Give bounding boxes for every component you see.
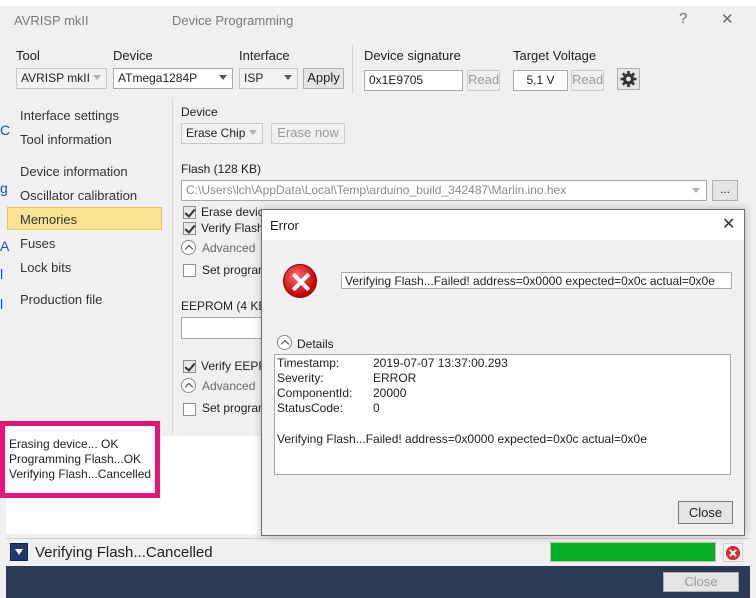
sidebar-item-lock-bits[interactable]: Lock bits (20, 260, 71, 275)
error-icon (283, 264, 317, 298)
tool-select[interactable]: AVRISP mkII (16, 68, 107, 89)
sidebar-item-oscillator-calibration[interactable]: Oscillator calibration (20, 188, 137, 203)
eeprom-advanced-label: Advanced (202, 379, 256, 393)
log-line: Verifying Flash...Cancelled (9, 467, 152, 481)
help-button[interactable]: ? (679, 10, 687, 27)
sidebar-item-tool-information[interactable]: Tool information (20, 132, 112, 147)
background-window-fragment: l (0, 296, 4, 312)
voltage-read-button[interactable]: Read (571, 70, 604, 91)
window-close-button[interactable]: ✕ (721, 10, 734, 28)
log-highlight: Erasing device... OK Programming Flash..… (0, 421, 160, 498)
detail-message: Verifying Flash...Failed! address=0x0000… (277, 432, 647, 446)
eeprom-section-label: EEPROM (4 KB) (181, 299, 271, 313)
device-select-value: ATmega1284P (118, 71, 198, 85)
detail-value-severity: ERROR (373, 371, 417, 385)
signature-read-button[interactable]: Read (467, 70, 500, 91)
settings-button[interactable] (617, 68, 640, 90)
sidebar-item-memories[interactable]: Memories (20, 212, 77, 227)
chevron-down-icon (249, 130, 257, 135)
browse-button[interactable]: ... (712, 180, 738, 201)
flash-file-path[interactable]: C:\Users\lch\AppData\Local\Temp\arduino_… (181, 180, 707, 201)
chevron-down-icon (284, 75, 292, 80)
expand-log-button[interactable] (10, 543, 28, 561)
window-app-name: AVRISP mkII (14, 13, 89, 28)
cancel-operation-button[interactable] (723, 543, 743, 562)
device-select[interactable]: ATmega1284P (113, 68, 233, 89)
sidebar-item-fuses[interactable]: Fuses (20, 236, 55, 251)
background-window-fragment: l (0, 266, 4, 282)
background-window-fragment: C (0, 122, 11, 138)
flash-erase-label: Erase devic (201, 205, 264, 219)
eeprom-setprog-label: Set program (202, 401, 269, 415)
detail-value-timestamp: 2019-07-07 13:37:00.293 (373, 356, 508, 370)
background-window-fragment: A (0, 238, 10, 254)
device-label: Device (113, 48, 153, 63)
device-signature-label: Device signature (364, 48, 461, 63)
toolbar-separator (352, 44, 353, 94)
erase-mode-value: Erase Chip (186, 126, 246, 140)
flash-verify-checkbox[interactable] (183, 222, 196, 235)
tool-select-value: AVRISP mkII (21, 71, 90, 85)
detail-key-statuscode: StatusCode: (277, 401, 344, 415)
chevron-down-icon (692, 188, 700, 193)
footer-bar (6, 566, 750, 598)
detail-value-componentid: 20000 (373, 386, 407, 400)
progress-bar (550, 542, 716, 562)
details-label: Details (297, 337, 334, 351)
flash-file-path-value: C:\Users\lch\AppData\Local\Temp\arduino_… (186, 183, 567, 197)
tool-label: Tool (16, 48, 40, 63)
error-dialog-close-action[interactable]: Close (678, 501, 733, 524)
close-icon (726, 546, 740, 560)
device-section-label: Device (181, 105, 218, 119)
eeprom-verify-label: Verify EEPR (201, 359, 268, 373)
eeprom-verify-checkbox[interactable] (183, 360, 196, 373)
interface-select-value: ISP (244, 71, 264, 85)
window-top-edge (0, 0, 756, 6)
status-text: Verifying Flash...Cancelled (35, 544, 213, 561)
details-toggle[interactable] (277, 335, 292, 350)
target-voltage-field[interactable]: 5,1 V (513, 70, 568, 91)
eeprom-file-path[interactable] (181, 317, 266, 339)
erase-mode-select[interactable]: Erase Chip (181, 123, 263, 144)
window-title: Device Programming (172, 13, 294, 28)
detail-key-timestamp: Timestamp: (277, 356, 340, 370)
flash-verify-label: Verify Flash (201, 221, 264, 235)
flash-advanced-toggle[interactable] (181, 240, 196, 255)
detail-key-severity: Severity: (277, 371, 324, 385)
erase-now-button[interactable]: Erase now (271, 123, 345, 144)
detail-value-statuscode: 0 (373, 401, 380, 415)
interface-label: Interface (239, 48, 290, 63)
flash-advanced-label: Advanced (202, 241, 256, 255)
device-signature-field[interactable]: 0x1E9705 (364, 70, 463, 91)
flash-setprog-checkbox[interactable] (183, 264, 196, 277)
error-dialog-title: Error (270, 218, 299, 233)
target-voltage-label: Target Voltage (513, 48, 597, 63)
interface-select[interactable]: ISP (239, 68, 298, 89)
apply-button[interactable]: Apply (303, 68, 344, 89)
sidebar-item-interface-settings[interactable]: Interface settings (20, 108, 119, 123)
gear-icon (620, 71, 637, 87)
sidebar-item-production-file[interactable]: Production file (20, 292, 102, 307)
log-line: Erasing device... OK (9, 437, 119, 451)
flash-setprog-label: Set progran (202, 263, 265, 277)
eeprom-setprog-checkbox[interactable] (183, 403, 196, 416)
error-dialog-titlebar (262, 210, 744, 240)
log-line: Programming Flash...OK (9, 452, 142, 466)
flash-erase-checkbox[interactable] (183, 206, 196, 219)
background-window-fragment: g (0, 180, 8, 196)
flash-section-label: Flash (128 KB) (181, 162, 262, 176)
chevron-down-icon (219, 75, 227, 80)
detail-key-componentid: ComponentId: (277, 386, 353, 400)
sidebar-item-device-information[interactable]: Device information (20, 164, 128, 179)
chevron-down-icon (93, 75, 101, 80)
footer-close-button[interactable]: Close (663, 572, 739, 592)
eeprom-advanced-toggle[interactable] (181, 378, 196, 393)
error-message-field[interactable]: Verifying Flash...Failed! address=0x0000… (341, 272, 732, 289)
error-dialog-close-button[interactable]: ✕ (722, 214, 735, 234)
